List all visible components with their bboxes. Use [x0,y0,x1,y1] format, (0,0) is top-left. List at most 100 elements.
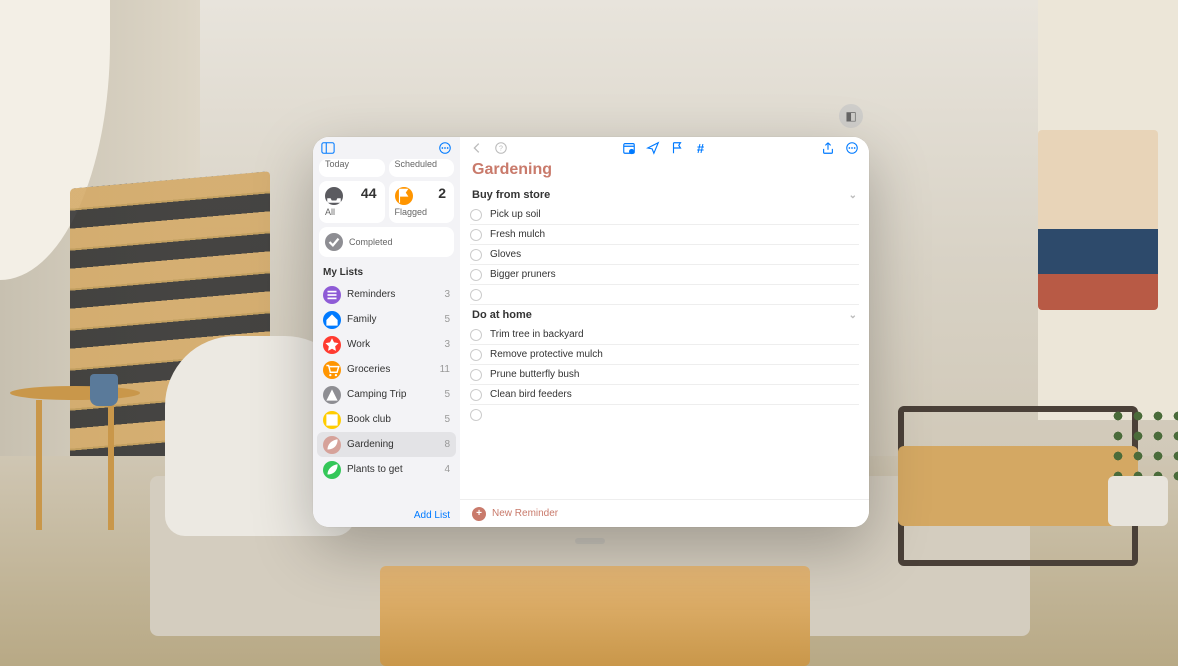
list-name: Camping Trip [347,389,438,400]
book-icon [323,411,341,429]
sidebar-list-work[interactable]: Work 3 [313,332,460,357]
chevron-down-icon: ⌄ [849,190,857,201]
check-icon [325,233,343,251]
group-title: Do at home [472,309,532,321]
list-count: 3 [444,339,450,350]
smart-today[interactable]: Today [319,159,385,177]
spatial-control-button[interactable]: ◧ [839,104,863,128]
task-radio[interactable] [470,229,482,241]
more-main-icon[interactable] [845,141,859,155]
task-radio[interactable] [470,269,482,281]
smart-label: Scheduled [395,159,449,169]
sidebar-list-groceries[interactable]: Groceries 11 [313,357,460,382]
task-radio[interactable] [470,289,482,301]
task-row[interactable] [470,405,859,425]
task-radio[interactable] [470,389,482,401]
task-radio[interactable] [470,209,482,221]
tag-icon[interactable]: # [694,141,708,155]
toggle-sidebar-icon[interactable] [321,141,335,155]
task-radio[interactable] [470,349,482,361]
sidebar-list-reminders[interactable]: Reminders 3 [313,282,460,307]
task-title: Clean bird feeders [490,389,572,400]
list-count: 5 [444,389,450,400]
inbox-icon [325,187,343,205]
list-count: 8 [444,439,450,450]
task-radio[interactable] [470,249,482,261]
task-row[interactable]: Pick up soil [470,205,859,225]
list-name: Reminders [347,289,438,300]
task-row[interactable]: Trim tree in backyard [470,325,859,345]
leaf-icon [323,461,341,479]
sidebar-list-plants-to-get[interactable]: Plants to get 4 [313,457,460,482]
list-name: Plants to get [347,464,438,475]
task-row[interactable]: Clean bird feeders [470,385,859,405]
list-icon [323,286,341,304]
task-title: Prune butterfly bush [490,369,580,380]
sidebar-list-family[interactable]: Family5 [313,307,460,332]
star-icon [323,336,341,354]
location-icon[interactable] [646,141,660,155]
smart-scheduled[interactable]: Scheduled [389,159,455,177]
task-row[interactable]: Remove protective mulch [470,345,859,365]
smart-count: 2 [438,185,446,201]
smart-label: Today [325,159,379,169]
list-name: Gardening [347,439,438,450]
new-reminder-button[interactable]: New Reminder [492,508,558,519]
group-header[interactable]: Buy from store ⌄ [470,185,859,205]
list-name: Groceries [347,364,434,375]
smart-label: All [325,207,379,217]
list-name: Work [347,339,438,350]
leaf-icon [323,436,341,454]
flag-toolbar-icon[interactable] [670,141,684,155]
list-count: 3 [444,289,450,300]
back-icon[interactable] [470,141,484,155]
list-name: Book club [347,414,438,425]
task-radio[interactable] [470,409,482,421]
tent-icon [323,386,341,404]
smart-count: 44 [361,185,377,201]
my-lists-header: My Lists [313,263,460,282]
window-drag-handle[interactable] [575,538,605,544]
plus-icon[interactable]: + [472,507,486,521]
task-title: Fresh mulch [490,229,545,240]
smart-all[interactable]: 44 All [319,181,385,223]
list-count: 4 [444,464,450,475]
task-title: Bigger pruners [490,269,556,280]
sidebar-list-camping-trip[interactable]: Camping Trip 5 [313,382,460,407]
main-toolbar: ? # [460,137,869,159]
task-title: Pick up soil [490,209,541,220]
list-count: 5 [444,314,450,325]
info-icon[interactable]: ? [494,141,508,155]
task-radio[interactable] [470,329,482,341]
svg-text:?: ? [499,146,503,153]
lists-container: Reminders 3 Family5 Work 3 Groceries 11 Camping… [313,282,460,506]
task-row[interactable]: Prune butterfly bush [470,365,859,385]
flag-icon [395,187,413,205]
list-count: 11 [440,364,450,375]
cart-icon [323,361,341,379]
group-header[interactable]: Do at home ⌄ [470,305,859,325]
task-row[interactable]: Fresh mulch [470,225,859,245]
list-title: Gardening [460,159,869,185]
list-count: 5 [444,414,450,425]
smart-lists-grid: Today Scheduled 44 All 2 Flagged [313,159,460,263]
task-row[interactable]: Gloves [470,245,859,265]
more-icon[interactable] [438,141,452,155]
sidebar-list-book-club[interactable]: Book club 5 [313,407,460,432]
reminders-window: Today Scheduled 44 All 2 Flagged [313,137,869,527]
share-icon[interactable] [821,141,835,155]
task-radio[interactable] [470,369,482,381]
calendar-icon[interactable] [622,141,636,155]
sidebar-list-gardening[interactable]: Gardening 8 [317,432,456,457]
task-title: Remove protective mulch [490,349,603,360]
add-list-button[interactable]: Add List [414,510,450,521]
group-title: Buy from store [472,189,550,201]
task-row[interactable]: Bigger pruners [470,265,859,285]
smart-completed[interactable]: Completed [319,227,454,257]
house-icon [323,311,341,329]
sidebar: Today Scheduled 44 All 2 Flagged [313,137,460,527]
task-row[interactable] [470,285,859,305]
tasks-content: Buy from store ⌄ Pick up soil Fresh mulch Gl… [460,185,869,499]
smart-flagged[interactable]: 2 Flagged [389,181,455,223]
chevron-down-icon: ⌄ [849,310,857,321]
